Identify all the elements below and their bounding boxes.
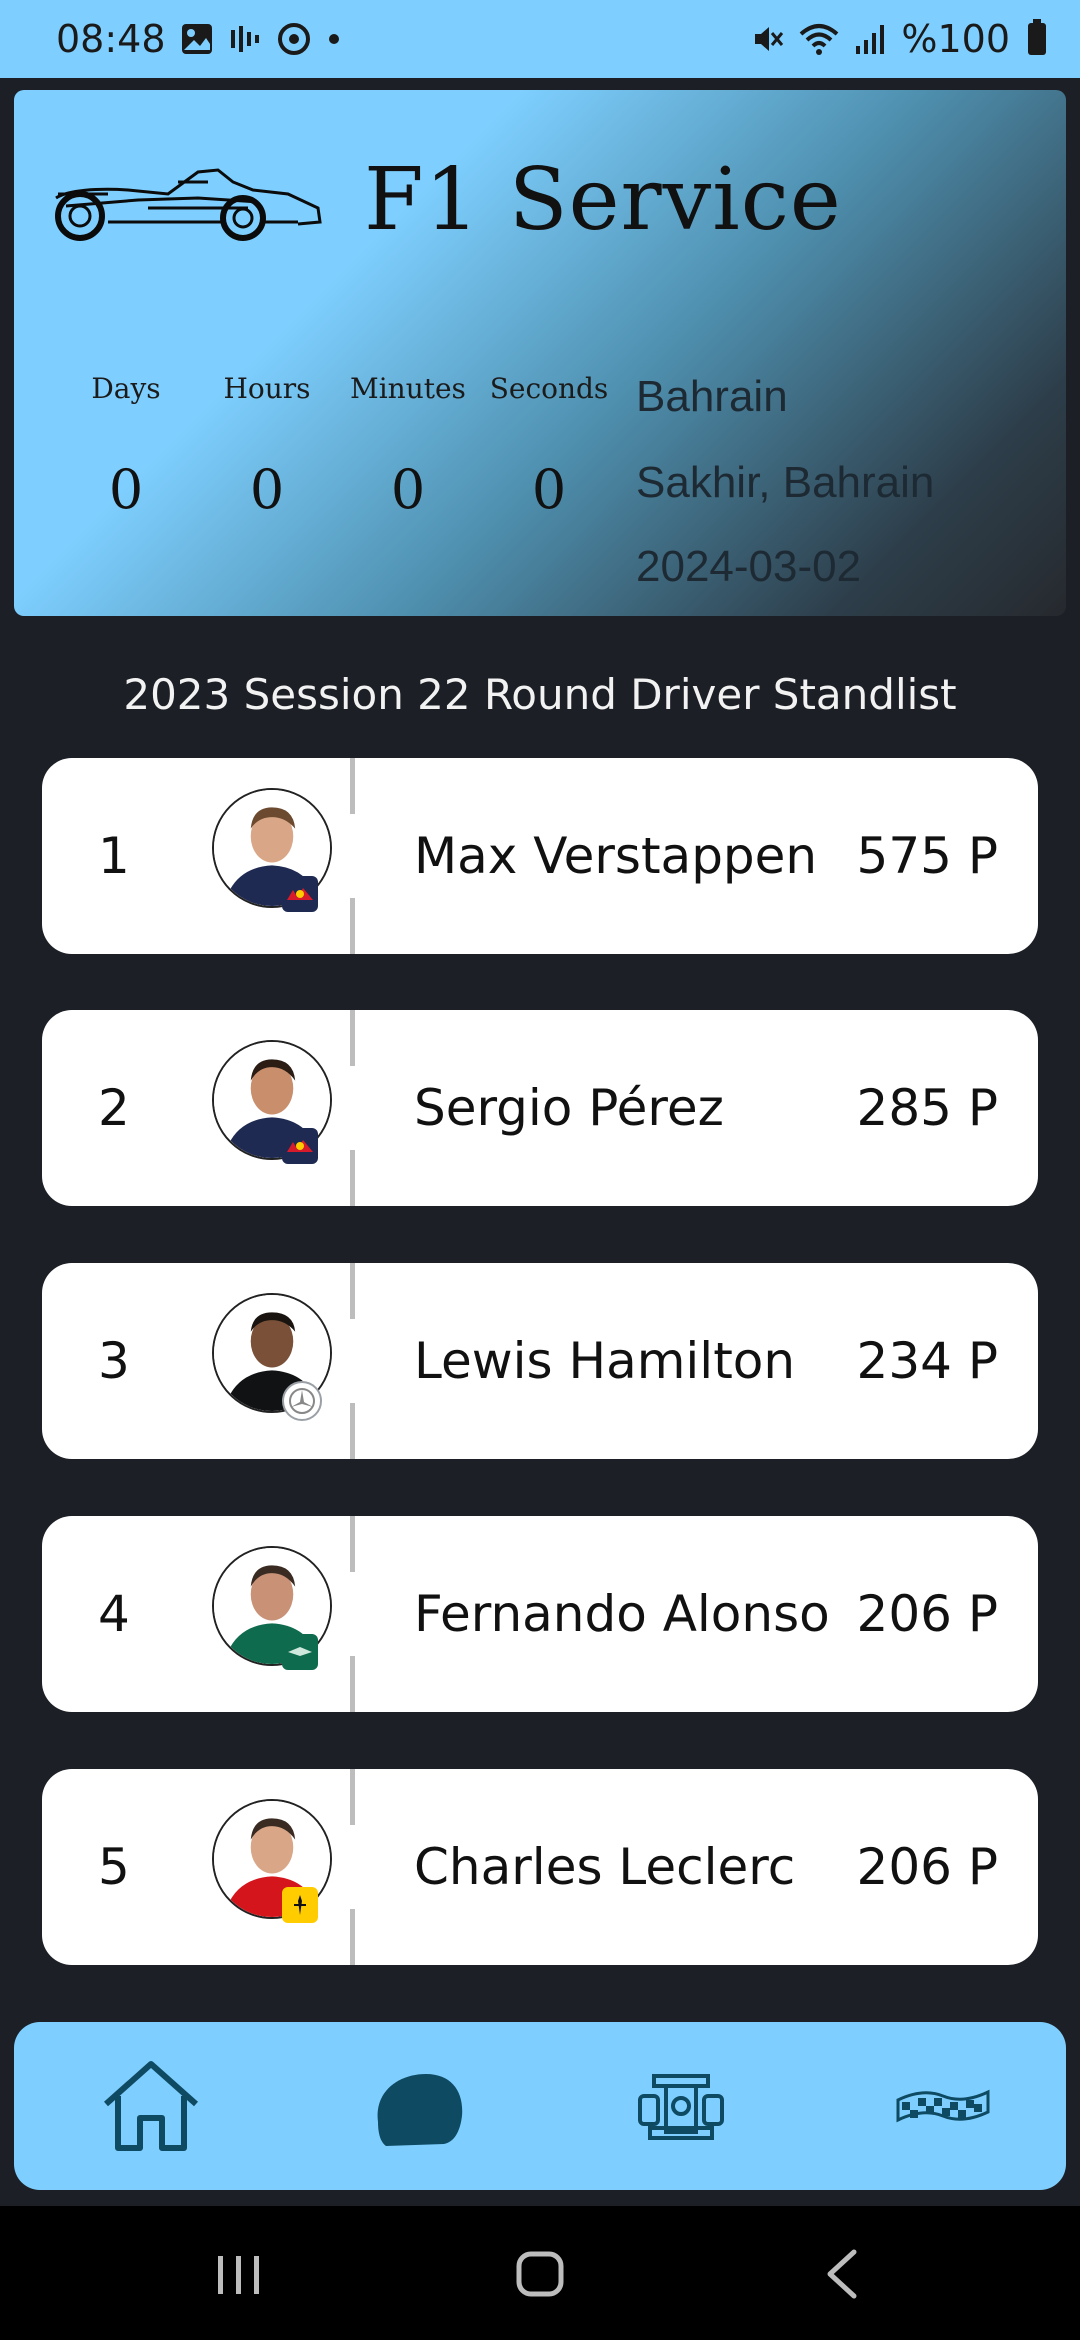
driver-card[interactable]: 4 Fernando Alonso 206 P: [42, 1516, 1038, 1712]
helmet-icon[interactable]: [364, 2052, 474, 2162]
driver-name: Fernando Alonso: [414, 1585, 830, 1643]
driver-position: 5: [98, 1838, 130, 1896]
driver-points: 206 P: [856, 1585, 998, 1643]
battery-icon: [1028, 19, 1046, 55]
voice-icon: [230, 26, 259, 52]
driver-name: Max Verstappen: [414, 827, 818, 885]
driver-card[interactable]: 5 Charles Leclerc 206 P: [42, 1769, 1038, 1965]
card-divider: [350, 1516, 355, 1712]
minutes-value: 0: [390, 458, 426, 521]
checkered-flag-icon[interactable]: [888, 2052, 998, 2162]
home-button[interactable]: [505, 2246, 575, 2302]
team-badge-icon: [282, 1634, 318, 1670]
f1-car-icon[interactable]: [626, 2052, 736, 2162]
minutes-label: Minutes: [350, 372, 466, 405]
days-value: 0: [108, 458, 144, 521]
race-name: Bahrain: [636, 372, 788, 421]
driver-points: 206 P: [856, 1838, 998, 1896]
driver-card[interactable]: 2 Sergio Pérez 285 P: [42, 1010, 1038, 1206]
driver-position: 4: [98, 1585, 130, 1643]
bottom-nav: [14, 2022, 1066, 2190]
team-badge-icon: [282, 1128, 318, 1164]
card-divider: [350, 1263, 355, 1459]
dot-icon: [328, 34, 339, 44]
team-badge-icon: [282, 1887, 318, 1923]
seconds-value: 0: [531, 458, 567, 521]
team-badge-icon: [282, 876, 318, 912]
team-badge-icon: [282, 1381, 322, 1421]
status-time: 08:48: [56, 17, 166, 61]
card-divider: [350, 1010, 355, 1206]
status-right: %100: [751, 17, 1046, 61]
app-title: F1 Service: [364, 150, 842, 250]
driver-name: Sergio Pérez: [414, 1079, 724, 1137]
status-left: 08:48: [56, 17, 342, 61]
card-divider: [350, 1769, 355, 1965]
header-card: F1 Service Days Hours Minutes Seconds 0 …: [14, 90, 1066, 616]
sync-icon: [277, 23, 310, 55]
card-divider: [350, 758, 355, 954]
days-label: Days: [91, 372, 161, 405]
hours-value: 0: [249, 458, 285, 521]
driver-card[interactable]: 3 Lewis Hamilton 234 P: [42, 1263, 1038, 1459]
driver-position: 2: [98, 1079, 130, 1137]
driver-points: 575 P: [856, 827, 998, 885]
driver-points: 285 P: [856, 1079, 998, 1137]
recent-apps-button[interactable]: [204, 2246, 274, 2302]
gallery-icon: [181, 24, 212, 54]
driver-card[interactable]: 1 Max Verstappen 575 P: [42, 758, 1038, 954]
driver-position: 1: [98, 827, 130, 885]
driver-position: 3: [98, 1332, 130, 1390]
race-location: Sakhir, Bahrain: [636, 458, 935, 507]
standings-title: 2023 Session 22 Round Driver Standlist: [123, 670, 957, 719]
driver-name: Charles Leclerc: [414, 1838, 796, 1896]
seconds-label: Seconds: [489, 372, 609, 405]
f1-car-logo-icon: [55, 168, 322, 241]
driver-name: Lewis Hamilton: [414, 1332, 796, 1390]
hours-label: Hours: [223, 372, 311, 405]
signal-icon: [856, 25, 885, 54]
back-button[interactable]: [808, 2246, 878, 2302]
driver-points: 234 P: [856, 1332, 998, 1390]
battery-text: %100: [901, 17, 1010, 61]
system-nav: [0, 2206, 1080, 2340]
mute-icon: [755, 27, 784, 51]
race-date: 2024-03-02: [636, 542, 862, 591]
wifi-icon: [800, 24, 839, 55]
home-icon[interactable]: [96, 2052, 206, 2162]
status-bar: 08:48 %100: [0, 0, 1080, 78]
